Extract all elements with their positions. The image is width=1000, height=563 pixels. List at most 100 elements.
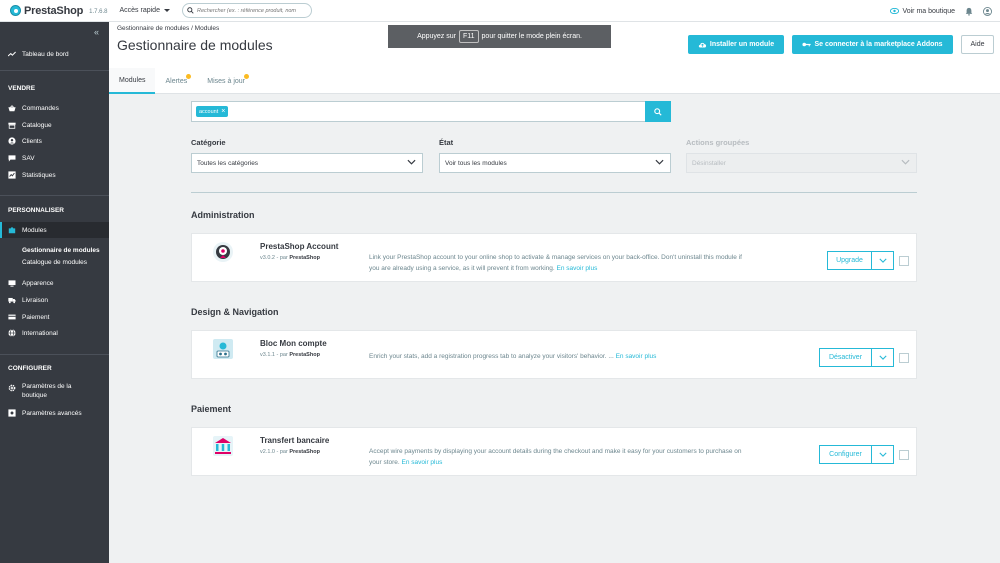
module-actions-dropdown[interactable] xyxy=(872,348,894,367)
credit-card-icon xyxy=(8,313,16,321)
sidebar-item-advanced-parameters[interactable]: Paramètres avancés xyxy=(0,408,109,418)
sidebar-item-label: Commandes xyxy=(22,104,59,112)
gear-icon xyxy=(8,384,16,392)
sidebar-item-orders[interactable]: Commandes xyxy=(0,103,109,113)
cloud-upload-icon xyxy=(698,42,707,48)
module-author: PrestaShop xyxy=(289,449,320,455)
module-actions-dropdown[interactable] xyxy=(872,251,894,270)
chevron-down-icon xyxy=(901,159,910,165)
category-select[interactable]: Toutes les catégories xyxy=(191,153,423,173)
page-title: Gestionnaire de modules xyxy=(117,37,273,53)
bank-icon xyxy=(213,436,233,456)
sidebar-item-label: Modules xyxy=(22,226,47,234)
learn-more-link[interactable]: En savoir plus xyxy=(402,459,443,466)
module-checkbox[interactable] xyxy=(899,353,909,363)
sidebar-item-modules[interactable]: Modules xyxy=(0,222,109,238)
sidebar-subitem-module-catalog[interactable]: Catalogue de modules xyxy=(22,259,87,266)
account-icon[interactable] xyxy=(983,6,992,16)
search-tag[interactable]: account × xyxy=(196,106,229,117)
page-header: Gestionnaire de modules / Modules Gestio… xyxy=(109,22,1000,94)
version-label: 1.7.6.8 xyxy=(89,8,108,15)
eye-icon xyxy=(890,8,900,14)
sidebar-item-international[interactable]: International xyxy=(0,328,109,338)
brand-name: PrestaShop xyxy=(24,4,84,17)
sidebar-item-label: Paiement xyxy=(22,313,50,321)
close-icon[interactable]: × xyxy=(221,108,225,115)
category-filter-label: Catégorie xyxy=(191,138,226,147)
module-action-group: Upgrade xyxy=(827,251,894,270)
sidebar: « Tableau de bord VENDRE Commandes Catal… xyxy=(0,22,109,563)
sidebar-subitem-module-manager[interactable]: Gestionnaire de modules xyxy=(22,247,100,254)
configure-button[interactable]: Configurer xyxy=(819,445,872,464)
chart-icon xyxy=(8,171,16,179)
learn-more-link[interactable]: En savoir plus xyxy=(616,353,657,360)
module-meta: v3.1.1 - par PrestaShop xyxy=(260,352,320,358)
store-icon xyxy=(8,121,16,129)
sidebar-item-stats[interactable]: Statistiques xyxy=(0,170,109,180)
tab-modules[interactable]: Modules xyxy=(109,68,156,94)
module-name: Bloc Mon compte xyxy=(260,339,327,348)
sidebar-item-shop-parameters[interactable]: Paramètres de la boutique xyxy=(0,383,109,401)
fullscreen-suffix: pour quitter le mode plein écran. xyxy=(481,33,582,40)
help-button[interactable]: Aide xyxy=(961,35,994,54)
bulk-actions-value: Désinstaller xyxy=(692,159,726,167)
sidebar-item-label: Tableau de bord xyxy=(22,50,69,58)
sidebar-item-label: Paramètres avancés xyxy=(22,409,82,417)
module-action-group: Désactiver xyxy=(819,348,894,367)
quick-access-menu[interactable]: Accès rapide xyxy=(120,7,170,14)
sidebar-item-shipping[interactable]: Livraison xyxy=(0,295,109,305)
account-block-icon xyxy=(213,339,233,359)
module-version: v2.1.0 - par xyxy=(260,449,288,455)
module-actions-dropdown[interactable] xyxy=(872,445,894,464)
module-version: v3.1.1 - par xyxy=(260,352,288,358)
module-description: Accept wire payments by displaying your … xyxy=(369,446,744,468)
view-shop-label: Voir ma boutique xyxy=(902,7,955,15)
upgrade-button[interactable]: Upgrade xyxy=(827,251,872,270)
state-select-value: Voir tous les modules xyxy=(445,159,507,167)
category-select-value: Toutes les catégories xyxy=(197,159,259,167)
caret-down-icon xyxy=(163,9,170,12)
sidebar-item-appearance[interactable]: Apparence xyxy=(0,278,109,288)
section-sell: VENDRE xyxy=(8,85,36,92)
sidebar-item-dashboard[interactable]: Tableau de bord xyxy=(0,48,109,60)
sidebar-item-label: Apparence xyxy=(22,279,54,287)
module-checkbox[interactable] xyxy=(899,450,909,460)
bulk-actions-select: Désinstaller xyxy=(686,153,917,173)
search-icon xyxy=(654,107,662,116)
chevron-down-icon xyxy=(878,355,887,360)
addons-connect-button[interactable]: Se connecter à la marketplace Addons xyxy=(792,35,953,54)
module-checkbox[interactable] xyxy=(899,256,909,266)
logo[interactable]: PrestaShop 1.7.6.8 xyxy=(10,5,108,17)
sidebar-item-payment[interactable]: Paiement xyxy=(0,312,109,322)
sidebar-item-label: Clients xyxy=(22,137,42,145)
tab-alerts[interactable]: Alertes xyxy=(155,68,197,94)
search-icon xyxy=(187,7,194,14)
globe-icon xyxy=(8,329,16,337)
install-module-button[interactable]: Installer un module xyxy=(688,35,784,54)
category-title: Paiement xyxy=(191,404,232,414)
header-search[interactable] xyxy=(181,3,312,18)
deactivate-button[interactable]: Désactiver xyxy=(819,348,872,367)
tab-updates[interactable]: Mises à jour xyxy=(197,68,255,94)
monitor-icon xyxy=(8,279,16,287)
bell-icon[interactable] xyxy=(965,7,973,16)
addons-connect-label: Se connecter à la marketplace Addons xyxy=(814,41,943,48)
learn-more-link[interactable]: En savoir plus xyxy=(557,265,598,272)
truck-icon xyxy=(8,296,16,304)
notification-badge xyxy=(186,74,192,79)
module-card: Bloc Mon compte v3.1.1 - par PrestaShop … xyxy=(191,330,917,379)
search-tag-label: account xyxy=(199,108,219,115)
sidebar-item-label: Paramètres de la boutique xyxy=(22,383,72,399)
view-shop-link[interactable]: Voir ma boutique xyxy=(890,8,955,15)
header-search-input[interactable] xyxy=(196,7,307,14)
module-search-button[interactable] xyxy=(645,101,671,122)
collapse-sidebar-icon[interactable]: « xyxy=(94,27,99,37)
chevron-down-icon xyxy=(655,159,664,165)
breadcrumb[interactable]: Gestionnaire de modules / Modules xyxy=(117,25,219,32)
sidebar-item-sav[interactable]: SAV xyxy=(0,153,109,163)
sidebar-item-customers[interactable]: Clients xyxy=(0,136,109,146)
chevron-down-icon xyxy=(878,258,887,263)
module-search-input[interactable]: account × xyxy=(191,101,671,122)
sidebar-item-catalog[interactable]: Catalogue xyxy=(0,120,109,130)
state-select[interactable]: Voir tous les modules xyxy=(439,153,671,173)
